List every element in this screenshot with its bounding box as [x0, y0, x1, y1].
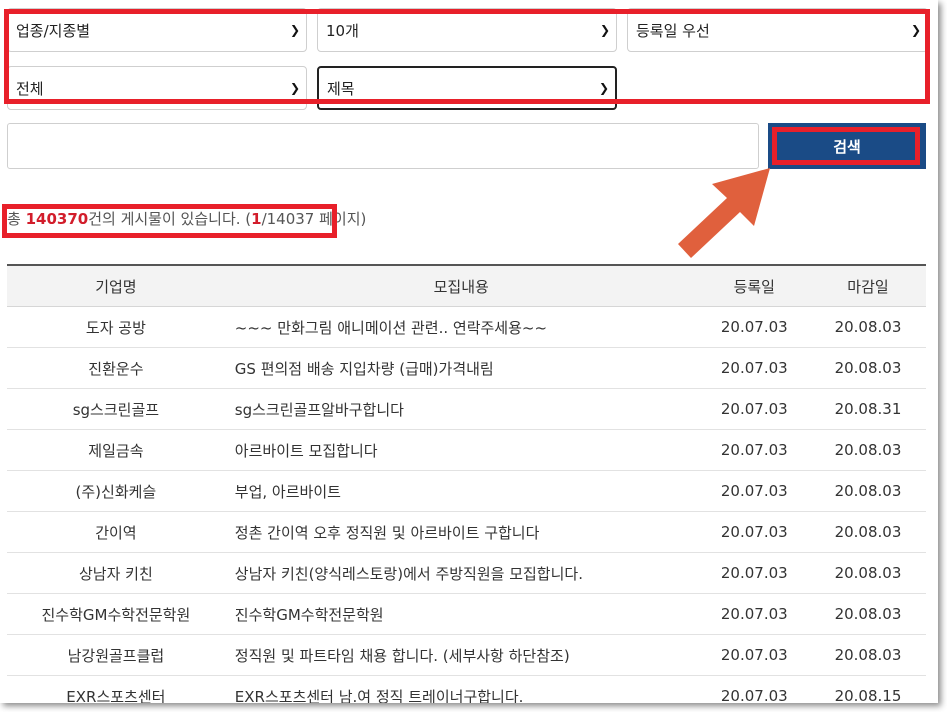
content-link[interactable]: GS 편의점 배송 지입차량 (급매)가격내림 [224, 347, 699, 389]
company-cell: 남강원골프클럽 [7, 634, 225, 676]
table-header-row: 기업명 모집내용 등록일 마감일 [7, 264, 926, 307]
deadline-cell: 20.08.03 [809, 634, 926, 676]
search-input[interactable] [7, 123, 759, 169]
deadline-cell: 20.08.03 [809, 347, 926, 389]
company-cell: EXR스포츠센터 [7, 675, 225, 703]
company-cell: sg스크린골프 [7, 388, 225, 430]
table-row[interactable]: 상남자 키친 상남자 키친(양식레스토랑)에서 주방직원을 모집합니다. 20.… [7, 552, 926, 594]
company-cell: 진환운수 [7, 347, 225, 389]
result-count-middle: 건의 게시물이 있습니다. ( [88, 210, 252, 228]
result-count-prefix: 총 [7, 210, 26, 228]
registered-cell: 20.07.03 [698, 675, 810, 703]
result-total: 140370 [25, 210, 89, 228]
table-row[interactable]: 도자 공방 ~~~ 만화그림 애니메이션 관련.. 연락주세용~~ 20.07.… [7, 306, 926, 348]
registered-cell: 20.07.03 [698, 511, 810, 553]
table-row[interactable]: 진환운수 GS 편의점 배송 지입차량 (급매)가격내림 20.07.03 20… [7, 347, 926, 389]
chevron-down-icon: ❯ [289, 81, 301, 95]
deadline-cell: 20.08.03 [809, 470, 926, 512]
registered-cell: 20.07.03 [698, 429, 810, 471]
table-row[interactable]: (주)신화케슬 부업, 아르바이트 20.07.03 20.08.03 [7, 470, 926, 512]
content-link[interactable]: ~~~ 만화그림 애니메이션 관련.. 연락주세용~~ [224, 306, 699, 348]
chevron-down-icon: ❯ [598, 81, 610, 95]
content-link[interactable]: 진수학GM수학전문학원 [224, 593, 699, 635]
per-page-select[interactable]: 10개 ❯ [317, 8, 617, 52]
registered-cell: 20.07.03 [698, 634, 810, 676]
result-count-suffix: /14037 페이지) [261, 210, 367, 228]
table-row[interactable]: 진수학GM수학전문학원 진수학GM수학전문학원 20.07.03 20.08.0… [7, 593, 926, 635]
company-cell: (주)신화케슬 [7, 470, 225, 512]
chevron-down-icon: ❯ [599, 23, 611, 37]
table-row[interactable]: EXR스포츠센터 EXR스포츠센터 남.여 정직 트레이너구합니다. 20.07… [7, 675, 926, 703]
search-button[interactable]: 검색 [768, 123, 926, 169]
content-link[interactable]: sg스크린골프알바구합니다 [224, 388, 699, 430]
deadline-cell: 20.08.03 [809, 511, 926, 553]
search-button-label: 검색 [833, 137, 861, 156]
company-cell: 상남자 키친 [7, 552, 225, 594]
job-board-panel: 업종/지종별 ❯ 10개 ❯ 등록일 우선 ❯ 전체 ❯ 제목 ❯ 검색 총 1… [0, 0, 938, 703]
registered-cell: 20.07.03 [698, 388, 810, 430]
company-cell: 제일금속 [7, 429, 225, 471]
industry-select[interactable]: 업종/지종별 ❯ [7, 8, 307, 52]
content-link[interactable]: 아르바이트 모집합니다 [224, 429, 699, 471]
sort-select[interactable]: 등록일 우선 ❯ [627, 8, 928, 52]
deadline-cell: 20.08.31 [809, 388, 926, 430]
sort-select-value: 등록일 우선 [636, 21, 710, 40]
registered-cell: 20.07.03 [698, 593, 810, 635]
table-row[interactable]: 간이역 정촌 간이역 오후 정직원 및 아르바이트 구합니다 20.07.03 … [7, 511, 926, 553]
deadline-cell: 20.08.03 [809, 593, 926, 635]
chevron-down-icon: ❯ [910, 23, 922, 37]
deadline-cell: 20.08.15 [809, 675, 926, 703]
header-registered: 등록일 [698, 264, 810, 307]
header-deadline: 마감일 [809, 264, 926, 307]
company-cell: 간이역 [7, 511, 225, 553]
result-current-page: 1 [251, 210, 262, 228]
company-cell: 도자 공방 [7, 306, 225, 348]
content-link[interactable]: 정촌 간이역 오후 정직원 및 아르바이트 구합니다 [224, 511, 699, 553]
content-link[interactable]: 상남자 키친(양식레스토랑)에서 주방직원을 모집합니다. [224, 552, 699, 594]
result-count: 총 140370건의 게시물이 있습니다. (1/14037 페이지) [7, 208, 366, 229]
registered-cell: 20.07.03 [698, 552, 810, 594]
deadline-cell: 20.08.03 [809, 306, 926, 348]
per-page-select-value: 10개 [326, 21, 359, 40]
deadline-cell: 20.08.03 [809, 552, 926, 594]
search-field-select[interactable]: 제목 ❯ [317, 66, 617, 110]
registered-cell: 20.07.03 [698, 306, 810, 348]
table-row[interactable]: sg스크린골프 sg스크린골프알바구합니다 20.07.03 20.08.31 [7, 388, 926, 430]
deadline-cell: 20.08.03 [809, 429, 926, 471]
company-cell: 진수학GM수학전문학원 [7, 593, 225, 635]
registered-cell: 20.07.03 [698, 347, 810, 389]
content-link[interactable]: EXR스포츠센터 남.여 정직 트레이너구합니다. [224, 675, 699, 703]
content-link[interactable]: 부업, 아르바이트 [224, 470, 699, 512]
chevron-down-icon: ❯ [289, 23, 301, 37]
search-field-select-value: 제목 [327, 79, 355, 98]
table-row[interactable]: 남강원골프클럽 정직원 및 파트타임 채용 합니다. (세부사항 하단참조) 2… [7, 634, 926, 676]
header-company: 기업명 [7, 264, 225, 307]
industry-select-value: 업종/지종별 [16, 21, 91, 40]
region-select-value: 전체 [16, 79, 44, 98]
table-row[interactable]: 제일금속 아르바이트 모집합니다 20.07.03 20.08.03 [7, 429, 926, 471]
job-listing-table: 기업명 모집내용 등록일 마감일 도자 공방 ~~~ 만화그림 애니메이션 관련… [7, 264, 926, 703]
registered-cell: 20.07.03 [698, 470, 810, 512]
content-link[interactable]: 정직원 및 파트타임 채용 합니다. (세부사항 하단참조) [224, 634, 699, 676]
header-content: 모집내용 [224, 264, 699, 307]
arrow-up-right-icon [678, 168, 770, 258]
region-select[interactable]: 전체 ❯ [7, 66, 307, 110]
